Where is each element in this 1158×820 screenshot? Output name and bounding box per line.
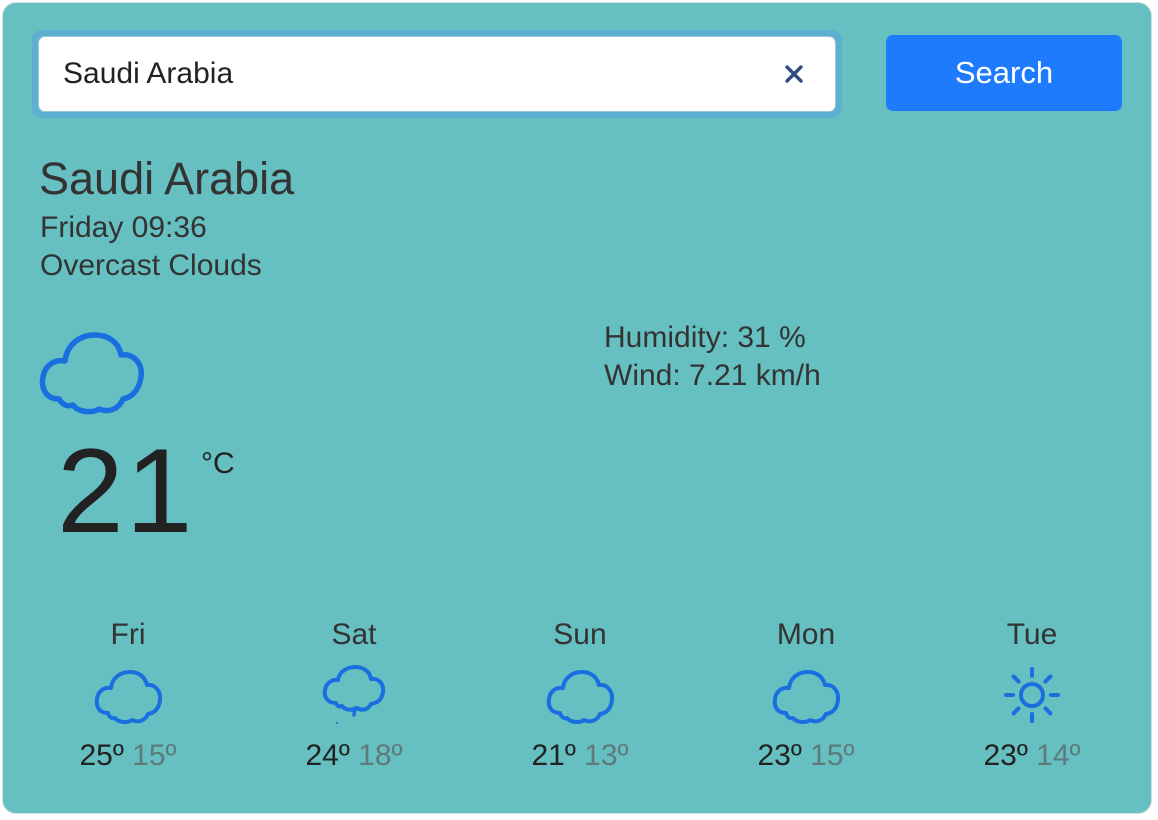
forecast-temps: 24º 18º (254, 739, 454, 773)
forecast-day-name: Tue (1006, 618, 1058, 651)
forecast-day: Fri 25º 15º (28, 615, 228, 773)
cloud-icon (94, 670, 163, 725)
forecast-temps: 21º 13º (480, 739, 680, 773)
forecast-day: Sun 21º 13º (480, 615, 680, 773)
cloud-icon (39, 332, 144, 415)
forecast-low: 13º (584, 739, 629, 772)
forecast-day-name: Mon (776, 618, 836, 651)
forecast-temps: 23º 15º (706, 739, 906, 773)
close-icon[interactable] (783, 63, 805, 85)
sun-icon (1004, 667, 1060, 723)
wind: Wind: 7.21 km/h (604, 359, 821, 392)
search-button[interactable]: Search (886, 35, 1122, 111)
current-datetime: Friday 09:36 (40, 211, 207, 244)
forecast-day: Mon 23º 15º (706, 615, 906, 773)
weather-stats: Humidity: 31 % Wind: 7.21 km/h (604, 319, 821, 395)
forecast-day-name: Fri (110, 618, 146, 651)
forecast-high: 24º (305, 739, 350, 772)
search-input[interactable] (63, 37, 743, 111)
forecast-temps: 23º 14º (932, 739, 1132, 773)
search-field[interactable] (38, 36, 836, 112)
forecast-high: 25º (79, 739, 124, 772)
forecast-day-name: Sun (553, 618, 607, 651)
cloud-icon (772, 670, 841, 725)
forecast-temps: 25º 15º (28, 739, 228, 773)
forecast-day: Tue 23º 14º (932, 615, 1132, 773)
temperature-unit: °C (201, 447, 235, 480)
weather-description: Overcast Clouds (40, 249, 262, 282)
forecast-high: 23º (983, 739, 1028, 772)
cloud-rain-icon (322, 665, 386, 724)
current-temperature: 21 (57, 424, 195, 558)
forecast-day-name: Sat (331, 618, 377, 651)
weather-widget: Search Saudi Arabia Friday 09:36 Overcas… (2, 2, 1152, 814)
forecast-low: 15º (810, 739, 855, 772)
forecast-high: 21º (531, 739, 576, 772)
forecast-row: Fri 25º 15º Sat 24º 18º Sun 21º 13º Mon … (3, 615, 1151, 795)
forecast-low: 18º (358, 739, 403, 772)
cloud-icon (546, 670, 615, 725)
forecast-day: Sat 24º 18º (254, 615, 454, 773)
forecast-low: 14º (1036, 739, 1081, 772)
forecast-high: 23º (757, 739, 802, 772)
city-name: Saudi Arabia (39, 153, 295, 204)
search-field-focus-ring (32, 30, 842, 118)
humidity: Humidity: 31 % (604, 321, 806, 354)
forecast-low: 15º (132, 739, 177, 772)
